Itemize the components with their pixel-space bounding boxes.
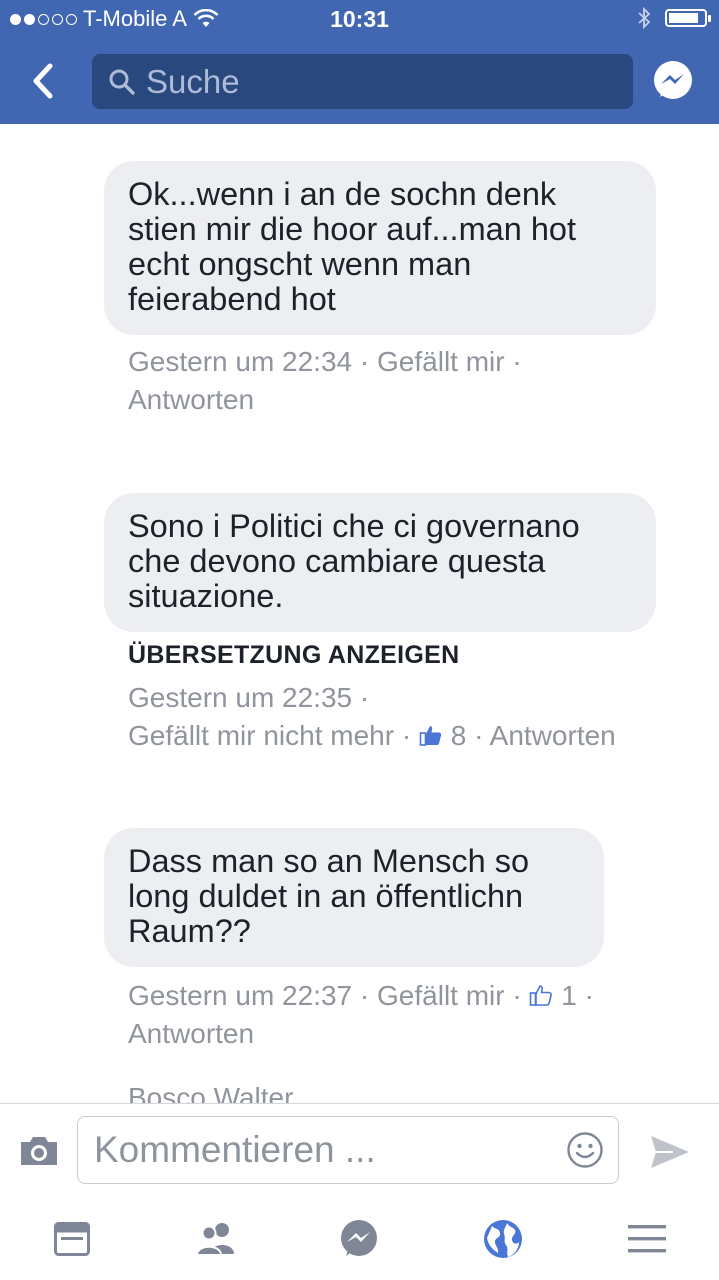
messenger-icon <box>341 1220 377 1256</box>
search-icon <box>109 69 135 95</box>
like-count[interactable]: 8 <box>451 720 467 751</box>
friends-icon <box>195 1223 234 1256</box>
back-button[interactable] <box>18 56 68 106</box>
like-button[interactable]: Gefällt mir <box>377 346 505 377</box>
comment-bubble: Ok...wenn i an de sochn denk stien mir d… <box>104 161 656 335</box>
comment-text: Dass man so an Mensch so long duldet in … <box>128 843 530 949</box>
chevron-left-icon <box>33 63 53 99</box>
reply-button[interactable]: Antworten <box>490 720 616 751</box>
comment-field[interactable] <box>77 1116 619 1184</box>
comment-3-meta: Gestern um 22:37 · Gefällt mir · 1 · Ant… <box>128 980 594 1049</box>
search-input[interactable] <box>144 61 608 102</box>
comment-3: Dass man so an Mensch so long duldet in … <box>104 828 604 967</box>
see-translation-link[interactable]: ÜBERSETZUNG ANZEIGEN <box>128 641 459 670</box>
globe-icon <box>484 1220 522 1258</box>
comment-text: Ok...wenn i an de sochn denk stien mir d… <box>128 176 577 317</box>
comment-input[interactable] <box>92 1128 556 1172</box>
comment-text: Sono i Politici che ci governano che dev… <box>128 508 580 614</box>
like-button[interactable]: Gefällt mir <box>377 980 505 1011</box>
comment-composer <box>0 1103 719 1199</box>
camera-icon[interactable] <box>18 1134 60 1168</box>
comment-2-meta: Gestern um 22:35 · Gefällt mir nicht meh… <box>128 682 616 751</box>
tab-notifications-globe[interactable] <box>481 1217 525 1261</box>
comment-1-meta: Gestern um 22:34 · Gefällt mir · Antwort… <box>128 346 522 415</box>
messenger-button[interactable] <box>651 59 695 103</box>
tab-news-feed[interactable] <box>50 1217 94 1261</box>
reply-button[interactable]: Antworten <box>128 384 254 415</box>
battery-icon <box>665 9 711 27</box>
send-icon[interactable] <box>649 1132 691 1172</box>
comment-timestamp[interactable]: Gestern um 22:35 <box>128 682 352 713</box>
status-bar: T-Mobile A 10:31 <box>0 0 719 40</box>
unlike-button[interactable]: Gefällt mir nicht mehr <box>128 720 394 751</box>
comment-bubble: Sono i Politici che ci governano che dev… <box>104 493 656 632</box>
bottom-tab-bar <box>0 1197 719 1280</box>
smiley-icon[interactable] <box>566 1131 604 1169</box>
tab-messenger[interactable] <box>337 1217 381 1261</box>
next-comment-author[interactable]: Bosco Walter <box>128 1082 293 1104</box>
top-navigation-bar: T-Mobile A 10:31 <box>0 0 719 124</box>
thumbs-up-icon <box>530 985 553 1006</box>
search-bar[interactable] <box>92 54 633 109</box>
reply-button[interactable]: Antworten <box>128 1018 254 1049</box>
menu-icon <box>628 1225 666 1253</box>
tab-friends[interactable] <box>194 1217 238 1261</box>
status-time: 10:31 <box>330 6 389 32</box>
tab-menu[interactable] <box>625 1217 669 1261</box>
news-feed-icon <box>54 1222 90 1256</box>
comment-timestamp[interactable]: Gestern um 22:34 <box>128 346 352 377</box>
comment-timestamp[interactable]: Gestern um 22:37 <box>128 980 352 1011</box>
like-count[interactable]: 1 <box>561 980 577 1011</box>
bluetooth-icon <box>638 6 651 30</box>
thumbs-up-icon <box>419 726 442 746</box>
comment-2: Sono i Politici che ci governano che dev… <box>104 493 656 632</box>
comment-bubble: Dass man so an Mensch so long duldet in … <box>104 828 604 967</box>
comment-1: Ok...wenn i an de sochn denk stien mir d… <box>104 161 656 335</box>
